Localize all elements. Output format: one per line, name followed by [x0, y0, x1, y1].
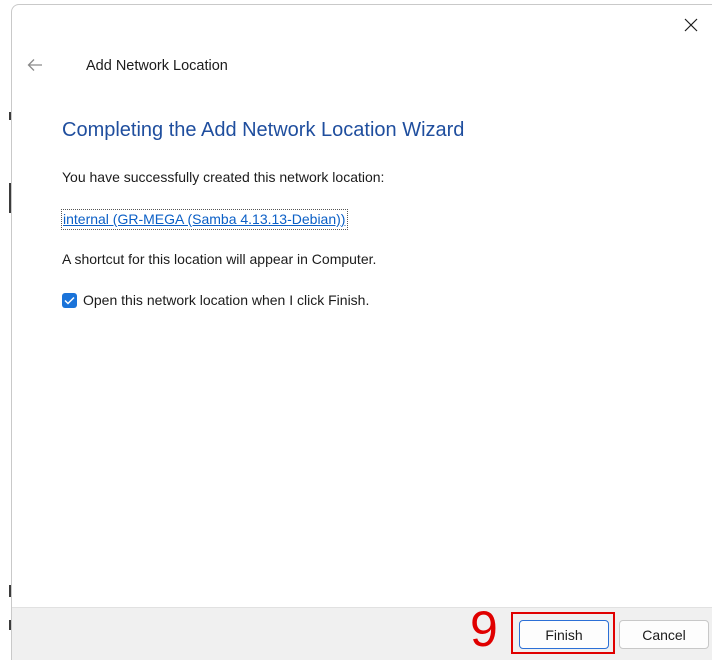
shortcut-text: A shortcut for this location will appear…: [62, 251, 377, 267]
wizard-dialog: Add Network Location Completing the Add …: [11, 4, 712, 660]
open-location-checkbox[interactable]: [62, 292, 77, 308]
close-icon: [684, 18, 698, 32]
step-annotation-number: 9: [470, 601, 498, 657]
close-button[interactable]: [669, 5, 712, 45]
open-location-checkbox-row[interactable]: Open this network location when I click …: [62, 292, 369, 308]
dialog-title: Add Network Location: [86, 58, 228, 74]
back-button[interactable]: [18, 51, 52, 79]
cancel-button[interactable]: Cancel: [619, 620, 709, 649]
wizard-heading: Completing the Add Network Location Wiza…: [62, 119, 465, 141]
network-location-link[interactable]: internal (GR-MEGA (Samba 4.13.13-Debian)…: [61, 209, 349, 230]
step-annotation-highlight: [511, 612, 615, 654]
success-text: You have successfully created this netwo…: [62, 169, 385, 185]
checkmark-icon: [64, 296, 75, 305]
open-location-checkbox-label: Open this network location when I click …: [83, 292, 370, 308]
back-arrow-icon: [27, 59, 42, 71]
